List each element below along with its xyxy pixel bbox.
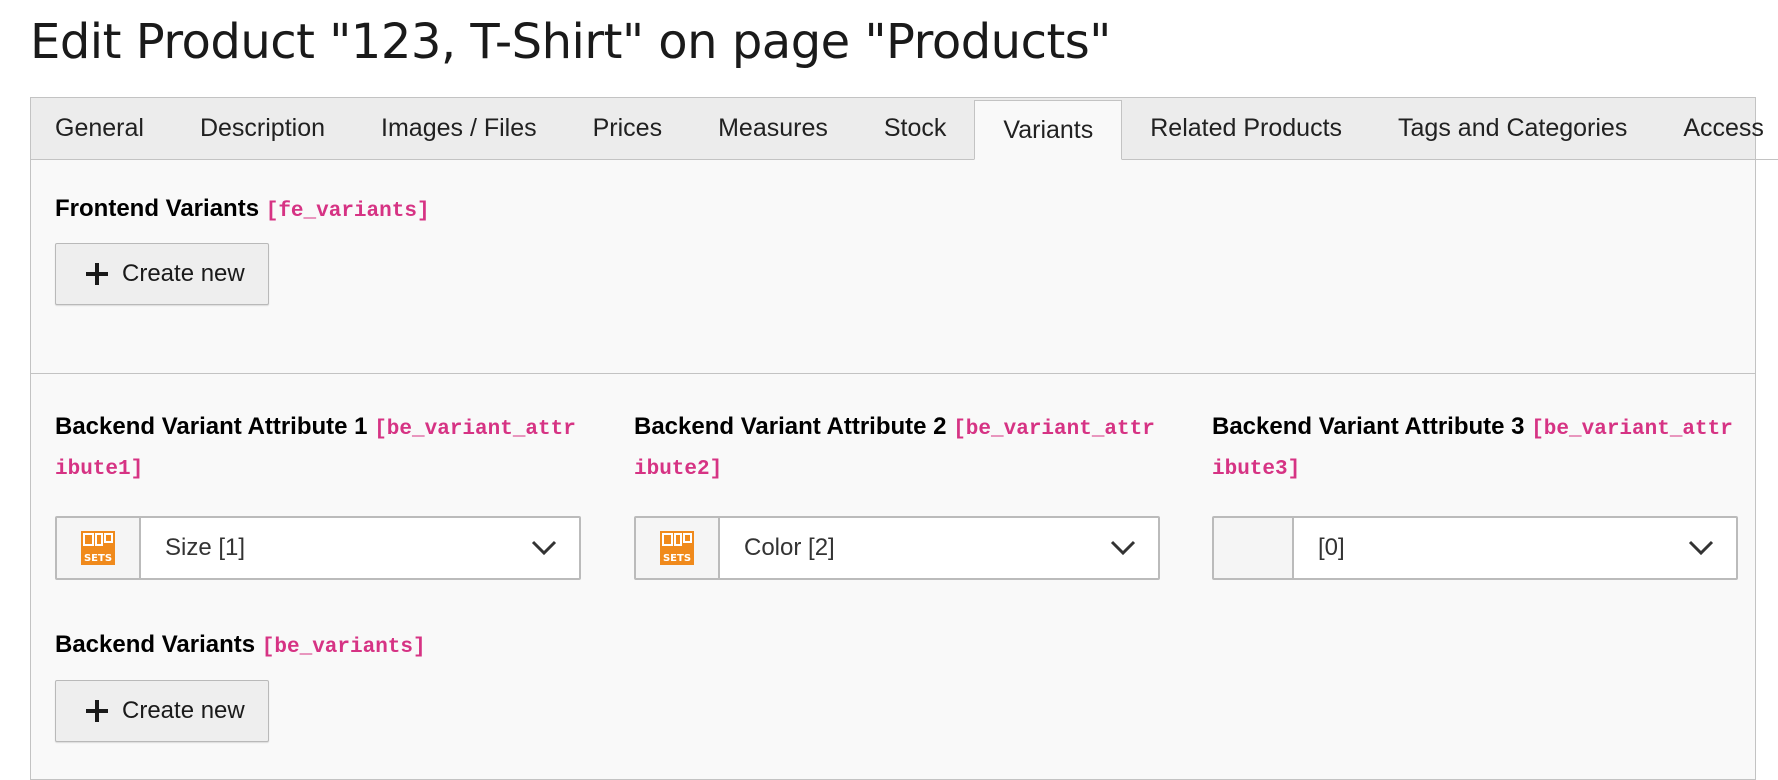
tab-related-products[interactable]: Related Products: [1122, 98, 1371, 160]
attribute-3-select[interactable]: [0]: [1212, 516, 1738, 580]
attribute-1-field-name: [be_variant_attr: [374, 418, 576, 441]
attribute-1-field-name-cont: ibute1]: [55, 458, 144, 481]
attribute-1-select[interactable]: SETS Size [1]: [55, 516, 581, 580]
attribute-2-value: Color [2]: [744, 534, 835, 561]
svg-text:SETS: SETS: [84, 553, 112, 564]
chevron-down-icon: [509, 518, 579, 578]
tab-measures[interactable]: Measures: [690, 98, 856, 160]
tab-variants[interactable]: Variants: [974, 100, 1123, 160]
tab-prices[interactable]: Prices: [564, 98, 691, 160]
attribute-2-select[interactable]: SETS Color [2]: [634, 516, 1160, 580]
tab-general[interactable]: General: [31, 98, 172, 160]
tab-access[interactable]: Access: [1655, 98, 1778, 160]
tab-description[interactable]: Description: [171, 98, 354, 160]
tab-tags-categories[interactable]: Tags and Categories: [1370, 98, 1656, 160]
attribute-2-icon-box: SETS: [636, 518, 720, 578]
frontend-variants-title: Frontend Variants: [55, 195, 260, 222]
attribute-3-label: Backend Variant Attribute 3 [be_variant_…: [1212, 408, 1742, 488]
svg-text:SETS: SETS: [663, 553, 691, 564]
backend-create-new-label: Create new: [122, 697, 245, 724]
backend-create-new-button[interactable]: Create new: [55, 680, 269, 742]
attribute-2-label: Backend Variant Attribute 2 [be_variant_…: [634, 408, 1164, 488]
attribute-3-value: [0]: [1318, 534, 1345, 561]
variants-panel: Frontend Variants [fe_variants] Create n…: [30, 160, 1756, 780]
plus-icon: [86, 700, 108, 722]
record-editor: General Description Images / Files Price…: [30, 97, 1778, 780]
attribute-1-icon-box: SETS: [57, 518, 141, 578]
tab-stock[interactable]: Stock: [855, 98, 975, 160]
backend-variants-title: Backend Variants: [55, 631, 256, 658]
attribute-2-title: Backend Variant Attribute 2: [634, 413, 947, 440]
attribute-1-value: Size [1]: [165, 534, 246, 561]
backend-variants-label: Backend Variants [be_variants]: [55, 626, 426, 666]
attribute-3-field-name: [be_variant_attr: [1531, 418, 1733, 441]
sets-icon: SETS: [81, 531, 115, 565]
frontend-create-new-button[interactable]: Create new: [55, 243, 269, 305]
backend-variants-field-name: [be_variants]: [261, 636, 426, 659]
frontend-variants-field-name: [fe_variants]: [265, 200, 430, 223]
attribute-1-label: Backend Variant Attribute 1 [be_variant_…: [55, 408, 585, 488]
page-title: Edit Product "123, T-Shirt" on page "Pro…: [30, 14, 1111, 70]
frontend-variants-label: Frontend Variants [fe_variants]: [55, 190, 430, 230]
attribute-3-field-name-cont: ibute3]: [1212, 458, 1301, 481]
attribute-3-title: Backend Variant Attribute 3: [1212, 413, 1525, 440]
chevron-down-icon: [1088, 518, 1158, 578]
attribute-2-field-name-cont: ibute2]: [634, 458, 723, 481]
attribute-2-field-name: [be_variant_attr: [953, 418, 1155, 441]
sets-icon: SETS: [660, 531, 694, 565]
frontend-create-new-label: Create new: [122, 260, 245, 287]
plus-icon: [86, 263, 108, 285]
attribute-1-title: Backend Variant Attribute 1: [55, 413, 368, 440]
attribute-3-icon-box: [1214, 518, 1294, 578]
section-divider: [31, 373, 1755, 374]
tab-bar: General Description Images / Files Price…: [30, 97, 1778, 160]
tab-images-files[interactable]: Images / Files: [353, 98, 565, 160]
chevron-down-icon: [1666, 518, 1736, 578]
